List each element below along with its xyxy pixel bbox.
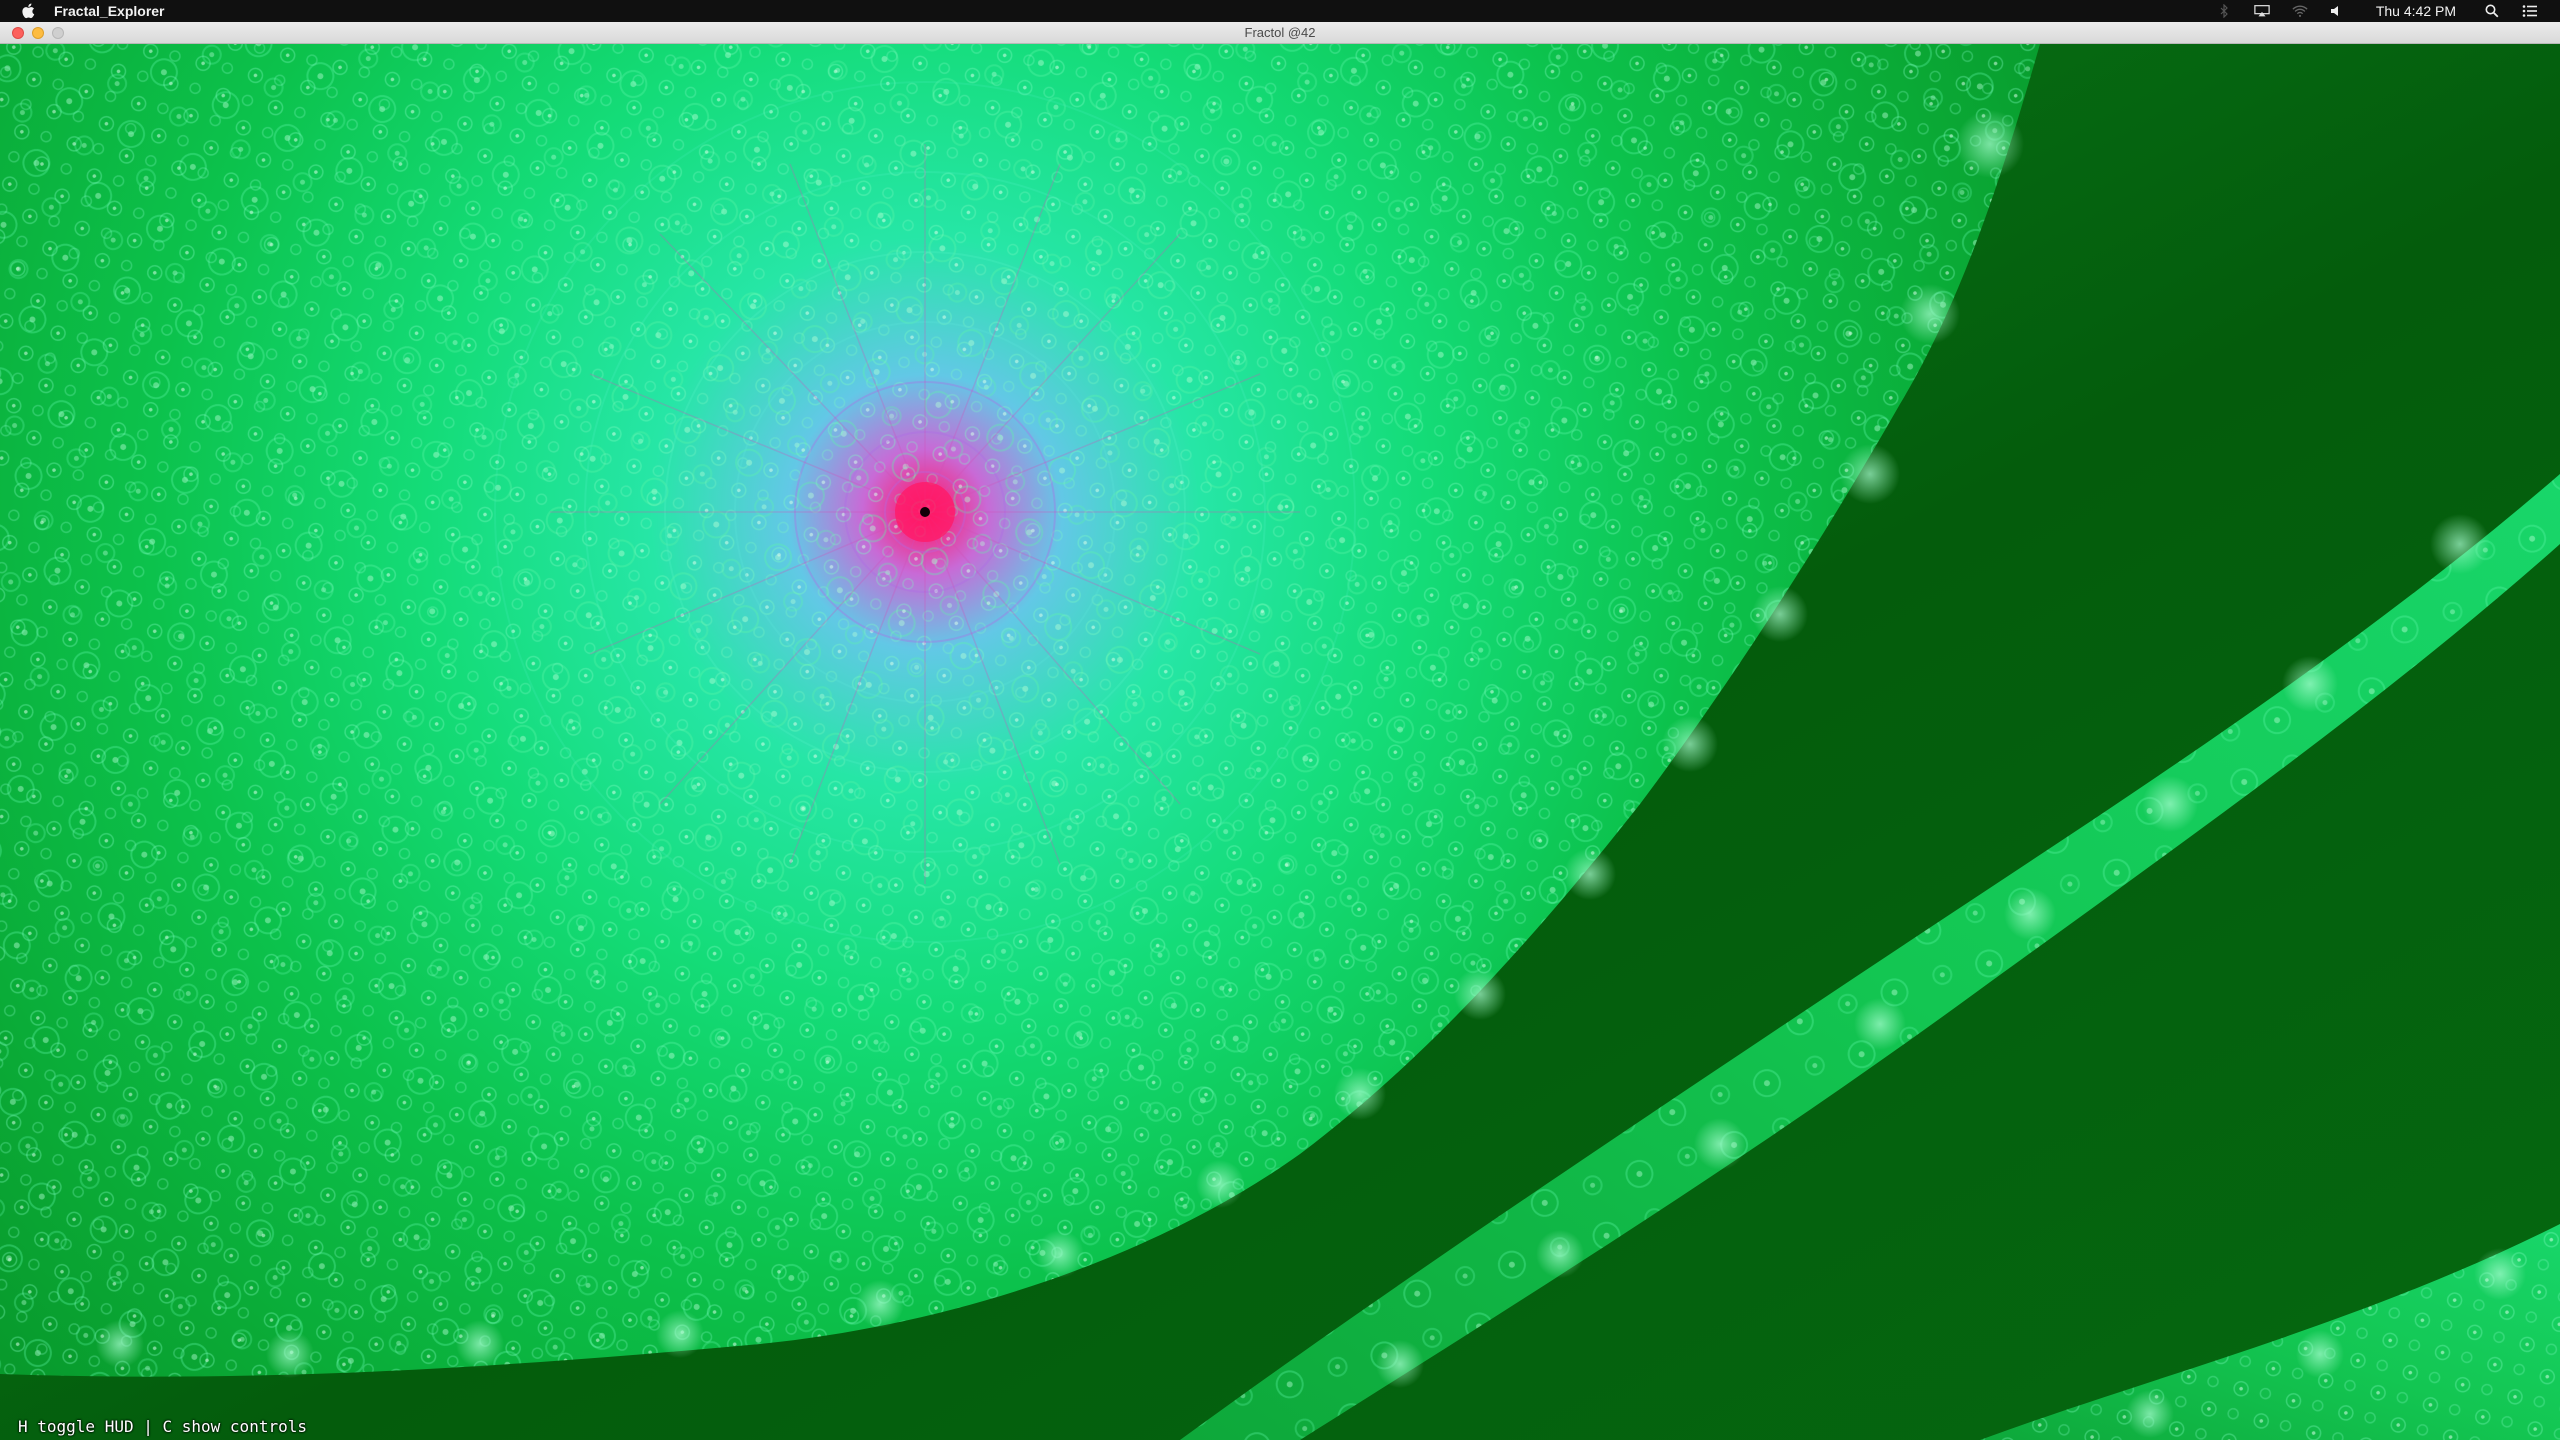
active-app-name[interactable]: Fractal_Explorer	[54, 3, 165, 19]
hud-hint-text: H toggle HUD | C show controls	[18, 1417, 307, 1436]
spotlight-search-icon[interactable]	[2484, 3, 2500, 19]
bluetooth-icon[interactable]	[2216, 3, 2232, 19]
window-controls	[12, 26, 64, 39]
status-menu-area: Thu 4:42 PM	[2216, 3, 2560, 19]
volume-icon[interactable]	[2330, 3, 2346, 19]
julia-set-render	[0, 44, 2560, 1440]
apple-icon[interactable]	[20, 3, 36, 19]
notification-center-icon[interactable]	[2522, 3, 2538, 19]
close-window-button[interactable]	[12, 26, 24, 39]
minimize-window-button[interactable]	[32, 26, 44, 39]
window-title: Fractol @42	[1244, 25, 1316, 40]
wifi-icon[interactable]	[2292, 3, 2308, 19]
window-title-bar[interactable]: Fractol @42	[0, 22, 2560, 44]
fractal-core	[920, 507, 930, 517]
fractal-canvas[interactable]: H toggle HUD | C show controls	[0, 44, 2560, 1440]
menu-bar: Fractal_Explorer Thu 4:42 PM	[0, 0, 2560, 22]
airplay-icon[interactable]	[2254, 3, 2270, 19]
menu-bar-clock[interactable]: Thu 4:42 PM	[2376, 3, 2456, 19]
zoom-window-button[interactable]	[52, 26, 64, 39]
